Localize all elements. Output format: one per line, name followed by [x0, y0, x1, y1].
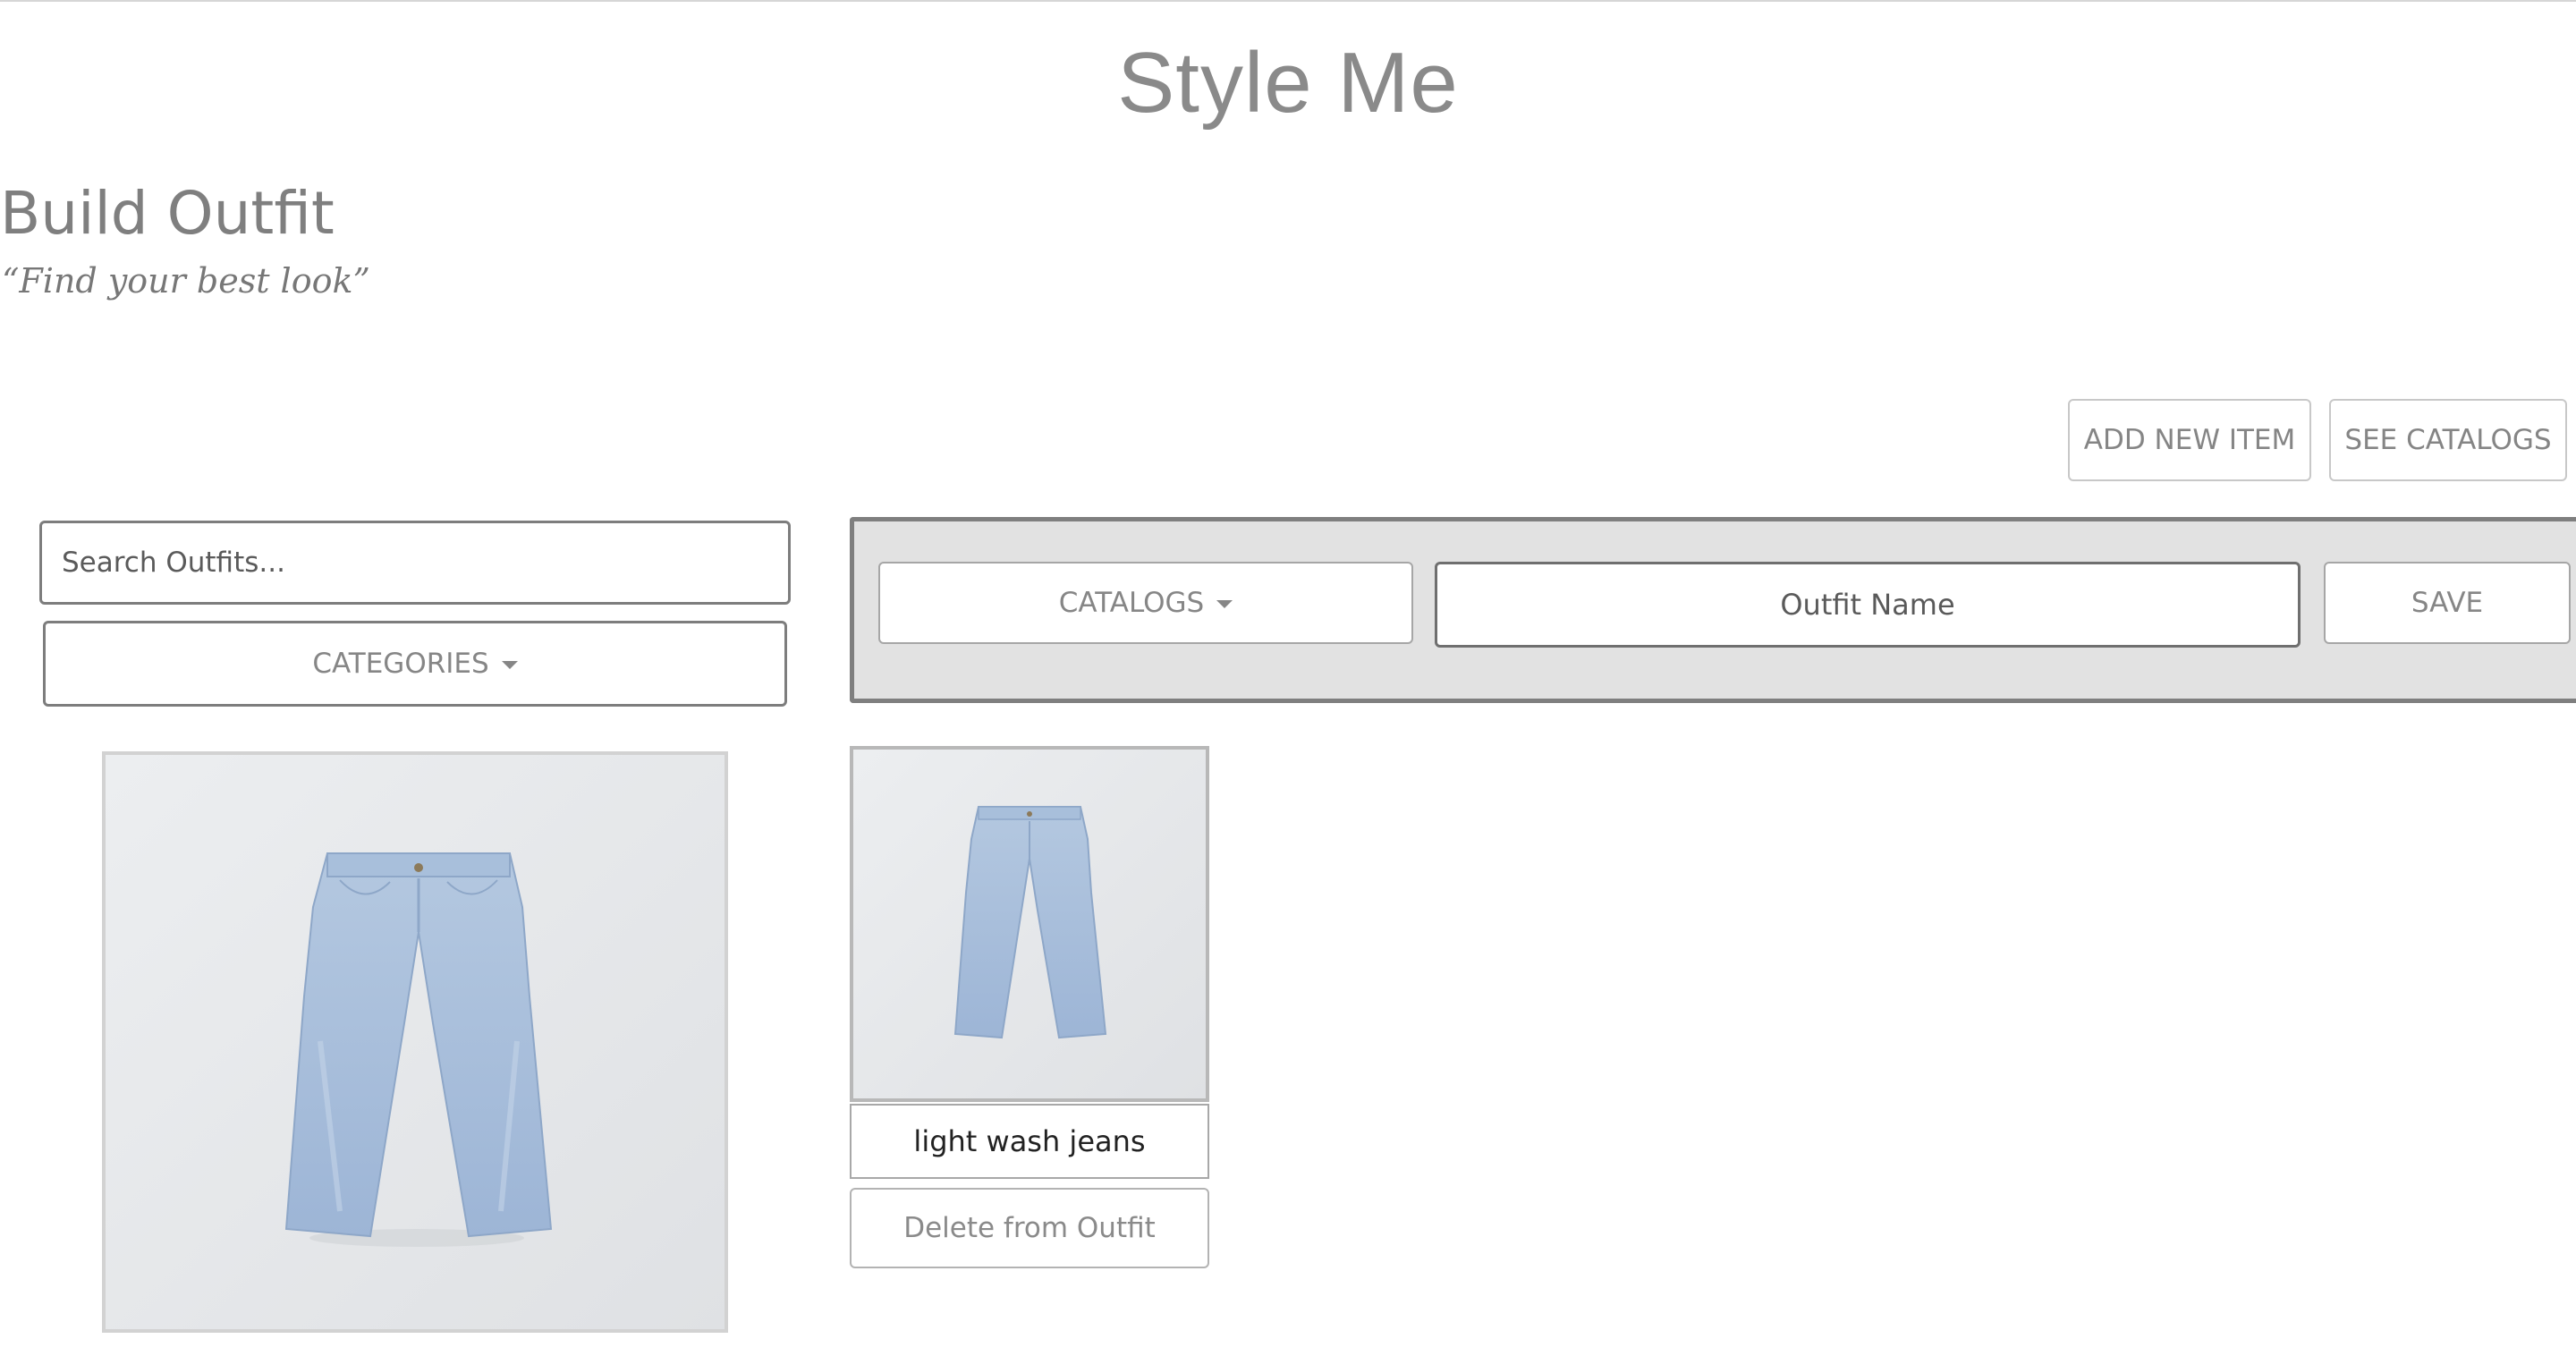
save-outfit-button[interactable]: SAVE — [2324, 562, 2571, 644]
caret-down-icon — [501, 660, 518, 669]
page-title: Build Outfit — [0, 179, 335, 248]
jeans-image — [106, 755, 724, 1329]
catalogs-label: CATALOGS — [1058, 587, 1205, 619]
see-catalogs-button[interactable]: SEE CATALOGS — [2329, 399, 2567, 481]
catalog-item-card[interactable] — [102, 751, 728, 1333]
delete-from-outfit-button[interactable]: Delete from Outfit — [850, 1188, 1209, 1268]
jeans-image — [853, 750, 1206, 1098]
search-outfits-input[interactable] — [39, 521, 791, 605]
categories-label: CATEGORIES — [312, 648, 489, 680]
add-new-item-button[interactable]: ADD NEW ITEM — [2068, 399, 2311, 481]
outfit-name-input[interactable] — [1435, 562, 2301, 648]
app-title: Style Me — [1117, 35, 1459, 131]
top-divider — [0, 0, 2576, 2]
outfit-item-image — [850, 746, 1209, 1102]
page-tagline: “Find your best look” — [2, 261, 370, 301]
categories-dropdown[interactable]: CATEGORIES — [43, 621, 787, 707]
catalogs-dropdown[interactable]: CATALOGS — [878, 562, 1413, 644]
outfit-item-name: light wash jeans — [850, 1104, 1209, 1179]
caret-down-icon — [1216, 599, 1233, 608]
